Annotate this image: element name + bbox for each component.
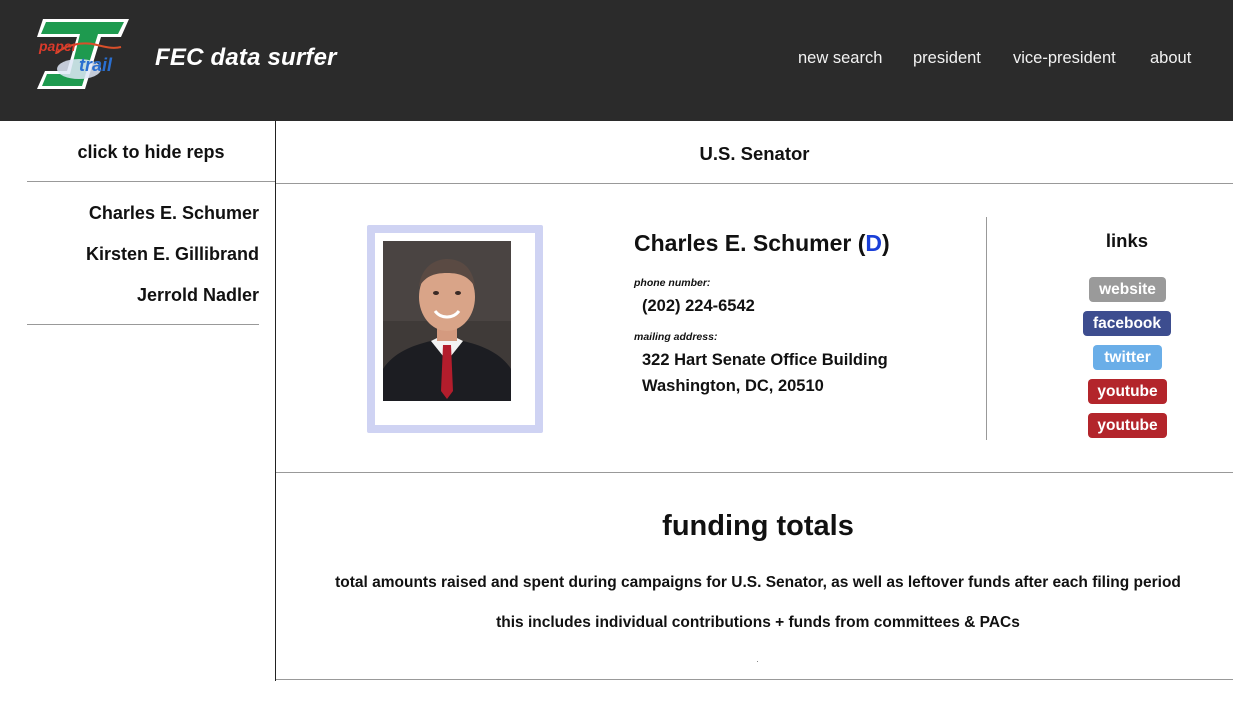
sidebar-divider [27, 324, 259, 325]
twitter-button[interactable]: twitter [1093, 345, 1162, 370]
brand-title: FEC data surfer [155, 44, 337, 71]
rep-link[interactable]: Jerrold Nadler [137, 285, 259, 306]
links-divider [986, 217, 987, 440]
nav-about[interactable]: about [1150, 49, 1191, 68]
links-title: links [1105, 230, 1149, 251]
reps-sidebar: click to hide reps Charles E. Schumer Ki… [0, 121, 275, 681]
sidebar-divider [27, 181, 275, 182]
section-divider [276, 679, 1233, 680]
funding-title: funding totals [662, 510, 854, 542]
party-badge: D [865, 230, 882, 256]
youtube-button[interactable]: youtube [1088, 413, 1167, 438]
address-line-1: 322 Hart Senate Office Building [642, 351, 888, 369]
funding-description: total amounts raised and spent during ca… [335, 574, 1181, 591]
office-title: U.S. Senator [699, 143, 810, 164]
sidebar-border [275, 121, 276, 681]
section-divider [276, 472, 1233, 473]
section-divider [276, 183, 1233, 184]
phone-label: phone number: [634, 277, 711, 289]
nav-vice-president[interactable]: vice-president [1013, 49, 1116, 68]
rep-link[interactable]: Charles E. Schumer [89, 203, 259, 224]
nav-president[interactable]: president [913, 49, 981, 68]
rep-name: Charles E. Schumer (D) [634, 230, 890, 256]
youtube-button[interactable]: youtube [1088, 379, 1167, 404]
svg-text:paper: paper [38, 38, 79, 54]
rep-photo [383, 241, 511, 401]
address-line-2: Washington, DC, 20510 [642, 377, 824, 395]
hide-reps-toggle[interactable]: click to hide reps [27, 142, 275, 163]
phone-value: (202) 224-6542 [642, 297, 755, 315]
facebook-button[interactable]: facebook [1083, 311, 1171, 336]
top-header: paper trail FEC data surfer new search p… [0, 0, 1233, 121]
website-button[interactable]: website [1089, 277, 1166, 302]
funding-note: this includes individual contributions +… [496, 614, 1020, 631]
rep-photo-frame [367, 225, 543, 433]
paper-trail-logo[interactable]: paper trail [35, 17, 131, 94]
address-label: mailing address: [634, 331, 718, 343]
nav-new-search[interactable]: new search [798, 49, 882, 68]
chart-placeholder [757, 661, 758, 662]
rep-link[interactable]: Kirsten E. Gillibrand [86, 244, 259, 265]
svg-text:trail: trail [79, 55, 113, 75]
